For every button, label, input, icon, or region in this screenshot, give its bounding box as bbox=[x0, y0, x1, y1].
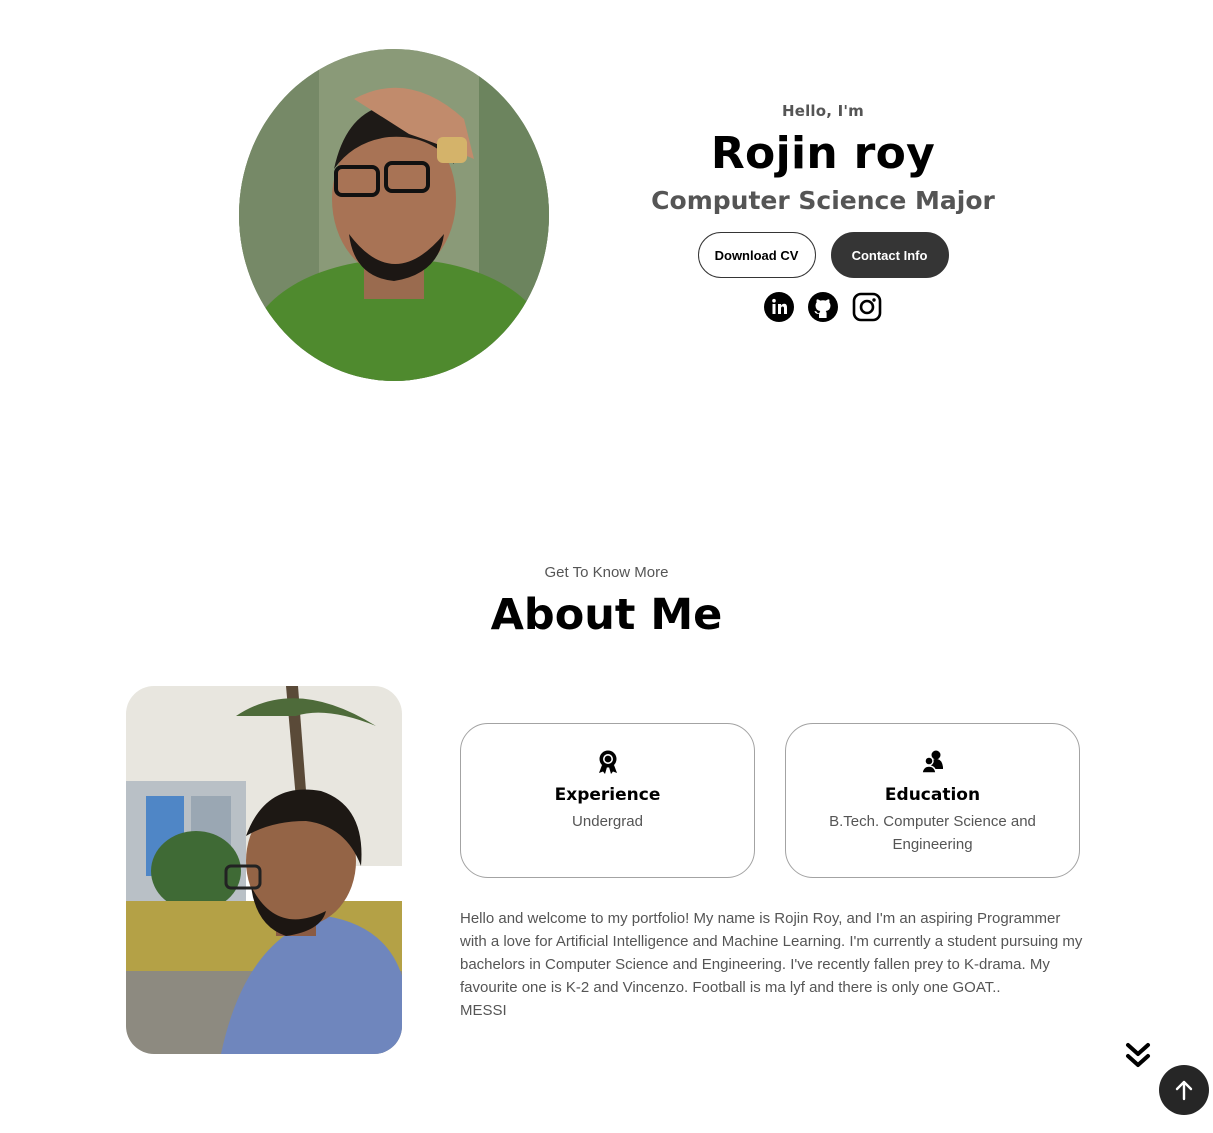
education-title: Education bbox=[884, 785, 981, 805]
about-bio: Hello and welcome to my portfolio! My na… bbox=[460, 907, 1085, 1022]
github-icon[interactable] bbox=[808, 292, 838, 322]
education-text: B.Tech. Computer Science and Engineering bbox=[829, 813, 1036, 853]
award-icon bbox=[598, 750, 617, 774]
experience-card: Experience Undergrad bbox=[460, 723, 755, 878]
hero-name: Rojin roy bbox=[710, 128, 936, 179]
scroll-down-arrow-icon[interactable] bbox=[1125, 1042, 1151, 1070]
about-photo-illustration bbox=[126, 686, 402, 1054]
about-bio-tail: MESSI bbox=[460, 1002, 507, 1019]
greeting-text: Hello, I'm bbox=[781, 102, 865, 120]
experience-text: Undergrad bbox=[572, 813, 643, 830]
users-icon bbox=[920, 750, 943, 774]
section-title: About Me bbox=[490, 590, 723, 640]
experience-title: Experience bbox=[554, 785, 661, 805]
arrow-up-icon bbox=[1175, 1080, 1193, 1101]
scroll-to-top-button[interactable] bbox=[1159, 1065, 1209, 1115]
hero-role: Computer Science Major bbox=[651, 186, 995, 215]
section-subtitle: Get To Know More bbox=[544, 564, 669, 581]
download-cv-button[interactable]: Download CV bbox=[697, 232, 816, 278]
profile-photo-illustration bbox=[239, 49, 549, 381]
about-bio-text: Hello and welcome to my portfolio! My na… bbox=[460, 910, 1083, 996]
profile-photo bbox=[239, 49, 549, 381]
education-card: Education B.Tech. Computer Science and E… bbox=[785, 723, 1080, 878]
about-photo bbox=[126, 686, 402, 1054]
instagram-icon[interactable] bbox=[852, 292, 882, 322]
contact-info-button[interactable]: Contact Info bbox=[830, 232, 949, 278]
linkedin-icon[interactable] bbox=[764, 292, 794, 322]
